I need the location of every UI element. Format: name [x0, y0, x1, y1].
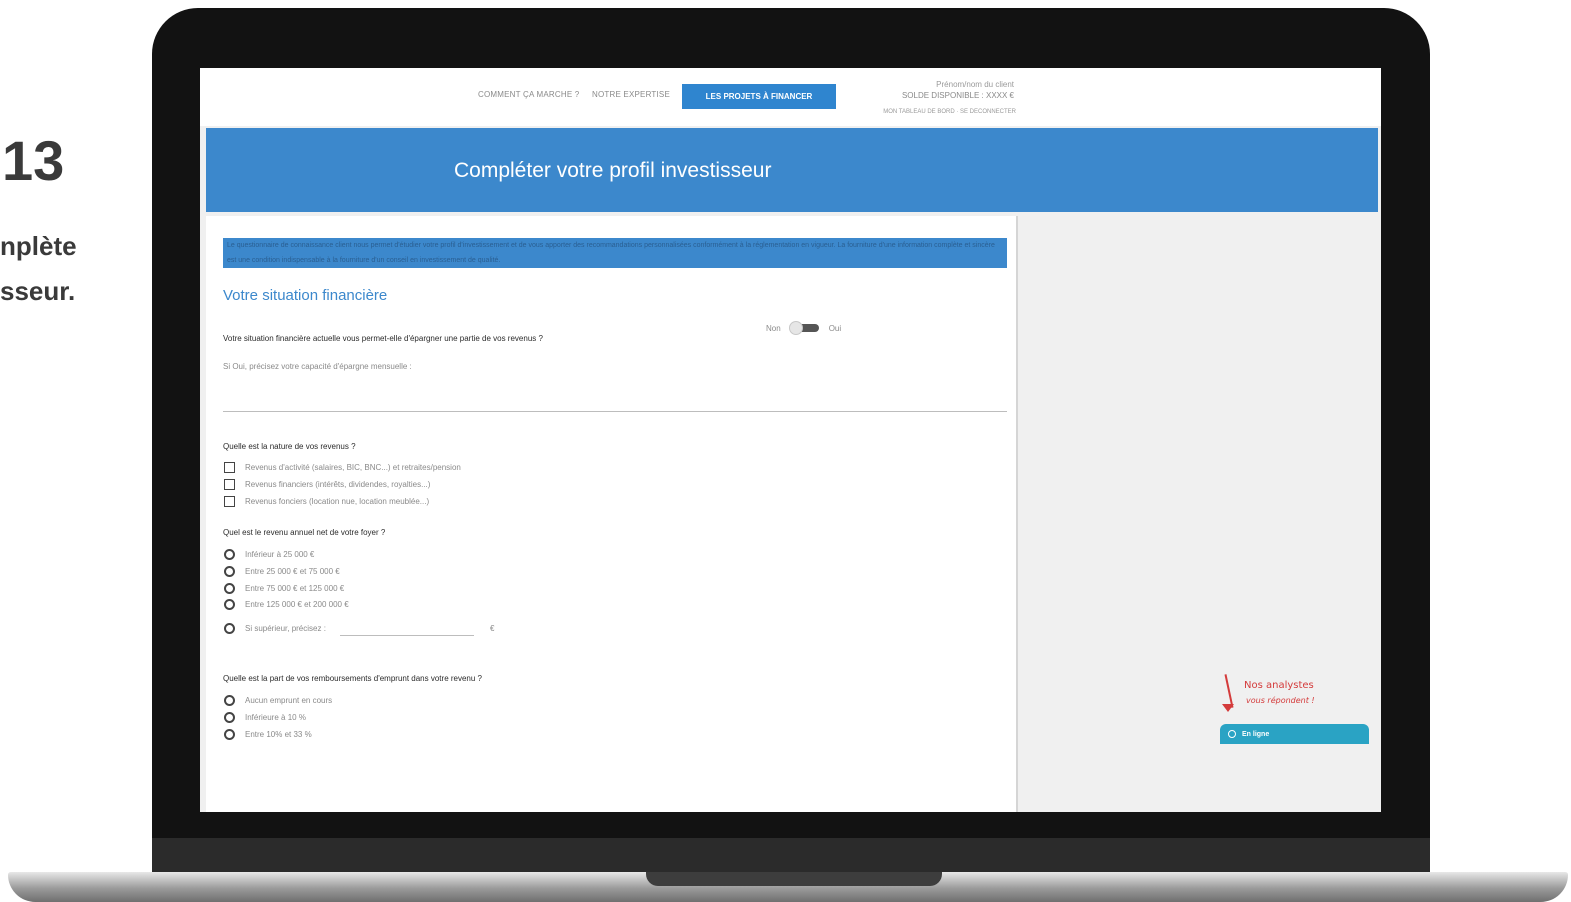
question-loan-share: Quelle est la part de vos remboursements… [223, 674, 482, 683]
chat-button-label: En ligne [1242, 730, 1270, 738]
slide-caption-line1: nplète [0, 231, 77, 261]
radio-option[interactable]: Entre 25 000 € et 75 000 € [224, 565, 340, 578]
radio-icon[interactable] [224, 729, 235, 740]
checkbox-icon[interactable] [224, 479, 235, 490]
radio-label: Inférieur à 25 000 € [245, 550, 315, 559]
slide-caption-line2: sseur. [0, 276, 76, 306]
radio-icon[interactable] [224, 566, 235, 577]
laptop-chin [152, 838, 1430, 876]
radio-option[interactable]: Entre 75 000 € et 125 000 € [224, 582, 344, 595]
savings-toggle[interactable] [788, 321, 821, 335]
chat-callout-line1: Nos analystes [1244, 680, 1314, 691]
checkbox-label: Revenus d'activité (salaires, BIC, BNC..… [245, 463, 461, 472]
arrow-head-icon [1222, 704, 1234, 712]
disclaimer-box: Le questionnaire de connaissance client … [223, 238, 1007, 268]
radio-option[interactable]: Entre 10% et 33 % [224, 728, 312, 741]
page-banner: Compléter votre profil investisseur [206, 128, 1378, 212]
radio-icon[interactable] [224, 712, 235, 723]
client-account-links[interactable]: MON TABLEAU DE BORD · SE DECONNECTER [840, 109, 1016, 115]
radio-icon[interactable] [224, 695, 235, 706]
client-balance: SOLDE DISPONIBLE : XXXX € [901, 91, 1014, 100]
laptop-screen: COMMENT ÇA MARCHE ? NOTRE EXPERTISE LES … [200, 68, 1381, 812]
toggle-on-label: Oui [828, 323, 842, 333]
savings-hint: Si Oui, précisez votre capacité d'épargn… [223, 362, 412, 371]
savings-capacity-input[interactable] [223, 411, 1007, 412]
income-other-input[interactable] [339, 622, 474, 636]
checkbox-label: Revenus financiers (intérêts, dividendes… [245, 480, 431, 489]
checkbox-icon[interactable] [224, 462, 235, 473]
toggle-off-label: Non [766, 323, 781, 333]
radio-option-other[interactable]: Si supérieur, précisez : € [224, 622, 495, 636]
radio-icon[interactable] [224, 599, 235, 610]
toggle-knob [788, 321, 803, 335]
radio-icon[interactable] [224, 583, 235, 594]
checkbox-option[interactable]: Revenus fonciers (location nue, location… [224, 495, 429, 508]
laptop-notch [646, 872, 942, 886]
radio-label: Entre 75 000 € et 125 000 € [245, 584, 345, 593]
slide-number: 13 [2, 129, 65, 192]
radio-label: Aucun emprunt en cours [245, 696, 333, 705]
question-savings: Votre situation financière actuelle vous… [223, 334, 543, 343]
chat-button[interactable]: En ligne [1220, 724, 1369, 744]
top-navigation: COMMENT ÇA MARCHE ? NOTRE EXPERTISE LES … [200, 68, 1381, 126]
radio-option[interactable]: Entre 125 000 € et 200 000 € [224, 598, 349, 611]
radio-label: Entre 125 000 € et 200 000 € [245, 600, 349, 609]
profile-form-card: Le questionnaire de connaissance client … [206, 216, 1018, 812]
radio-label: Si supérieur, précisez : [245, 624, 326, 633]
checkbox-label: Revenus fonciers (location nue, location… [245, 497, 430, 506]
checkbox-icon[interactable] [224, 496, 235, 507]
section-title: Votre situation financière [223, 287, 388, 304]
checkbox-option[interactable]: Revenus financiers (intérêts, dividendes… [224, 478, 430, 491]
nav-link-how-it-works[interactable]: COMMENT ÇA MARCHE ? [478, 90, 579, 99]
radio-icon[interactable] [224, 549, 235, 560]
arrow-down-icon [1224, 674, 1234, 708]
page-title: Compléter votre profil investisseur [454, 159, 772, 182]
currency-label: € [489, 624, 495, 633]
client-name: Prénom/nom du client [936, 80, 1014, 89]
chat-callout-line2: vous répondent ! [1246, 696, 1315, 705]
radio-option[interactable]: Aucun emprunt en cours [224, 694, 332, 707]
question-income-nature: Quelle est la nature de vos revenus ? [223, 442, 356, 451]
radio-option[interactable]: Inférieur à 25 000 € [224, 548, 314, 561]
slide-caption: nplète sseur. [0, 224, 77, 314]
radio-icon[interactable] [224, 623, 235, 634]
radio-label: Entre 25 000 € et 75 000 € [245, 567, 340, 576]
checkbox-option[interactable]: Revenus d'activité (salaires, BIC, BNC..… [224, 461, 461, 474]
nav-projects-button[interactable]: LES PROJETS À FINANCER [682, 84, 836, 109]
question-annual-income: Quel est le revenu annuel net de votre f… [223, 528, 386, 537]
nav-link-expertise[interactable]: NOTRE EXPERTISE [592, 90, 670, 99]
savings-toggle-group: Non Oui [766, 320, 841, 336]
chat-bubble-icon [1228, 730, 1236, 738]
radio-option[interactable]: Inférieure à 10 % [224, 711, 306, 724]
radio-label: Entre 10% et 33 % [245, 730, 312, 739]
radio-label: Inférieure à 10 % [245, 713, 306, 722]
